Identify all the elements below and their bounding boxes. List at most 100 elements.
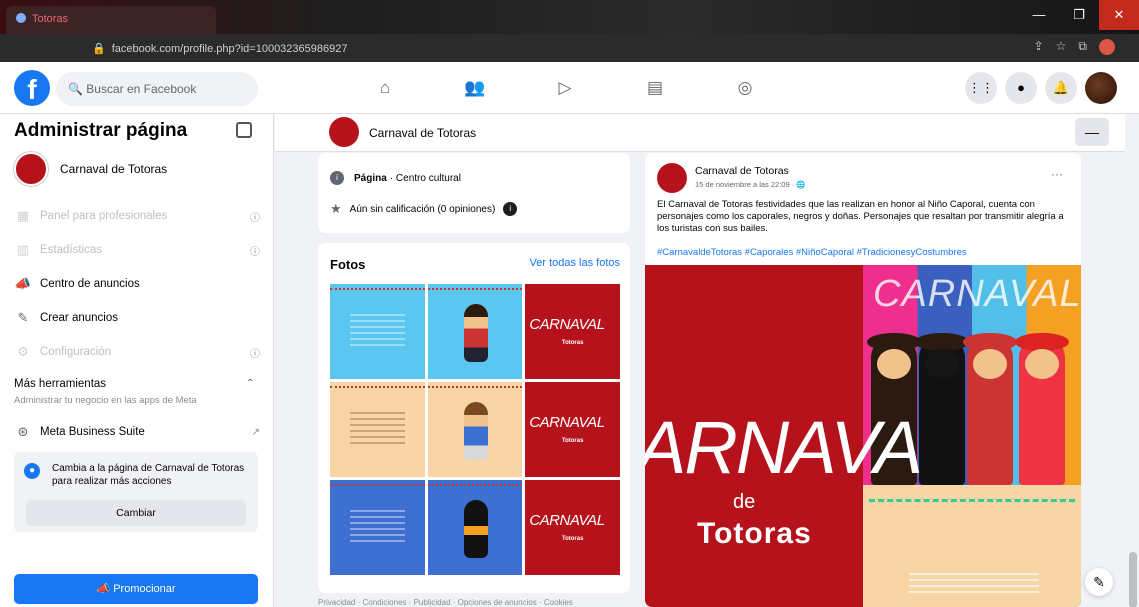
external-link-icon: ↗ — [251, 426, 260, 438]
window-controls: — ❐ ✕ — [1019, 0, 1139, 30]
post-card: Carnaval de Totoras 15 de noviembre a la… — [645, 153, 1081, 607]
image-big-text: ARNAVA — [645, 406, 923, 489]
page-category-row: i Página · Centro cultural — [330, 171, 461, 185]
character-figure — [915, 333, 969, 485]
scroll-thumb[interactable] — [1129, 552, 1137, 607]
share-icon[interactable]: ⇪ — [1034, 39, 1044, 55]
page-type-value: · Centro cultural — [389, 172, 461, 184]
photo-thumbnail[interactable] — [427, 480, 523, 575]
post-image[interactable]: CARNAVAL ARNAVA de Totoras — [645, 265, 1081, 607]
browser-profile-icon[interactable] — [1099, 39, 1115, 55]
photo-thumbnail[interactable]: CARNAVAL Totoras — [525, 480, 620, 575]
profile-avatar[interactable] — [1085, 72, 1117, 104]
watch-icon[interactable]: ▷ — [520, 62, 610, 114]
info-icon: ⓘ — [250, 348, 260, 360]
search-placeholder: Buscar en Facebook — [86, 82, 197, 96]
close-button[interactable]: ✕ — [1099, 0, 1139, 30]
post-author-avatar[interactable] — [657, 163, 687, 193]
browser-toolbar: ⇪ ☆ ⧉ — [1034, 39, 1115, 55]
page-scrollbar[interactable] — [1127, 114, 1139, 607]
sidebar-item-ad-center[interactable]: 📣 Centro de anuncios — [14, 274, 260, 294]
sidebar-page-name: Carnaval de Totoras — [60, 162, 168, 176]
photo-thumbnail[interactable] — [427, 382, 523, 477]
search-input[interactable]: 🔍 Buscar en Facebook — [56, 72, 258, 106]
post-options-icon[interactable]: ··· — [1051, 167, 1063, 181]
collapse-sidebar-icon[interactable] — [236, 122, 252, 138]
sidebar-item-dashboard[interactable]: ▦ Panel para profesionales ⓘ — [14, 206, 260, 226]
page-avatar — [14, 152, 48, 186]
url-field[interactable]: 🔒 facebook.com/profile.php?id=10003236598… — [84, 38, 924, 58]
footer-links[interactable]: Privacidad · Condiciones · Publicidad · … — [318, 598, 573, 607]
home-icon[interactable]: ⌂ — [340, 62, 430, 114]
sidebar-title: Administrar página — [14, 120, 188, 141]
character-figure — [963, 333, 1017, 485]
bookmark-star-icon[interactable]: ☆ — [1056, 39, 1067, 55]
character-figure — [1015, 333, 1069, 485]
sidebar-item-settings[interactable]: ⚙ Configuración ⓘ — [14, 342, 260, 362]
post-author-name[interactable]: Carnaval de Totoras — [695, 165, 789, 177]
page-header-bar: Carnaval de Totoras — — [275, 114, 1125, 152]
info-icon: i — [330, 171, 344, 185]
favicon-icon — [16, 13, 26, 23]
globe-icon: 🌐 — [796, 180, 806, 189]
gaming-icon[interactable]: ◎ — [700, 62, 790, 114]
address-bar: 🔒 facebook.com/profile.php?id=10003236598… — [0, 34, 1139, 62]
minimize-button[interactable]: — — [1019, 0, 1059, 30]
marketplace-icon[interactable]: ▤ — [610, 62, 700, 114]
notifications-icon[interactable]: 🔔 — [1045, 72, 1077, 104]
compose-icon: ✎ — [1093, 574, 1105, 590]
switch-page-box: ● Cambia a la página de Carnaval de Toto… — [14, 452, 258, 532]
meta-icon: ⊛ — [17, 424, 29, 439]
post-text: El Carnaval de Totoras festividades que … — [657, 199, 1064, 234]
facebook-topnav: f 🔍 Buscar en Facebook ⌂ 👥 ▷ ▤ ◎ ⋮⋮ ● 🔔 — [0, 62, 1139, 114]
person-icon: ● — [24, 463, 40, 479]
photo-thumbnail[interactable] — [427, 284, 523, 379]
page-header-name[interactable]: Carnaval de Totoras — [369, 126, 476, 140]
info-icon: ⓘ — [250, 246, 260, 258]
browser-titlebar: Totoras — ❐ ✕ — [0, 0, 1139, 34]
photo-thumbnail[interactable] — [330, 382, 425, 477]
see-all-photos-link[interactable]: Ver todas las fotos — [530, 257, 621, 269]
switch-button[interactable]: Cambiar — [26, 500, 246, 526]
more-options-button[interactable]: — — [1075, 118, 1109, 146]
page-avatar[interactable] — [329, 117, 359, 147]
facebook-logo[interactable]: f — [14, 70, 50, 106]
page-rating-row: ★ Aún sin calificación (0 opiniones) i — [330, 201, 527, 217]
edit-icon: ✎ — [17, 310, 29, 325]
sidebar-item-meta-business-suite[interactable]: ⊛ Meta Business Suite ↗ — [14, 422, 260, 442]
photos-card: Fotos Ver todas las fotos CARNAVAL Totora… — [318, 243, 630, 593]
photo-thumbnail[interactable] — [330, 480, 425, 575]
image-totoras-text: Totoras — [697, 517, 812, 550]
post-hashtags[interactable]: #CarnavaldeTotoras #Caporales #NiñoCapor… — [657, 247, 1077, 258]
more-tools-title[interactable]: Más herramientas — [14, 378, 106, 390]
sidebar-item-stats[interactable]: ▥ Estadísticas ⓘ — [14, 240, 260, 260]
account-controls: ⋮⋮ ● 🔔 — [965, 72, 1117, 104]
info-icon: ⓘ — [250, 212, 260, 224]
photos-grid: CARNAVAL Totoras CARNAVAL Totoras CARNAVAL… — [330, 284, 620, 575]
post-timestamp[interactable]: 15 de noviembre a las 22:09 · 🌐 — [695, 180, 806, 189]
promote-button[interactable]: 📣 Promocionar — [14, 574, 258, 604]
lock-icon: 🔒 — [92, 43, 106, 55]
photos-title: Fotos — [330, 257, 366, 272]
image-bottom-panel — [863, 485, 1081, 607]
image-carnaval-text: CARNAVAL — [873, 273, 1081, 315]
sidebar-item-create-ads[interactable]: ✎ Crear anuncios — [14, 308, 260, 328]
browser-tab[interactable]: Totoras — [6, 6, 216, 34]
friends-icon[interactable]: 👥 — [430, 62, 520, 114]
megaphone-icon: 📣 — [96, 583, 114, 595]
info-icon[interactable]: i — [503, 202, 518, 216]
dashboard-icon: ▦ — [16, 208, 30, 223]
restore-button[interactable]: ❐ — [1059, 0, 1099, 30]
photo-thumbnail[interactable]: CARNAVAL Totoras — [525, 284, 620, 379]
chevron-up-icon[interactable]: ⌃ — [246, 378, 254, 389]
photo-thumbnail[interactable] — [330, 284, 425, 379]
sidebar-page-profile[interactable]: Carnaval de Totoras — [14, 152, 167, 186]
messenger-icon[interactable]: ● — [1005, 72, 1037, 104]
extensions-icon[interactable]: ⧉ — [1078, 39, 1087, 55]
menu-grid-icon[interactable]: ⋮⋮ — [965, 72, 997, 104]
tab-title: Totoras — [32, 13, 69, 25]
new-message-button[interactable]: ✎ — [1085, 568, 1113, 596]
photo-thumbnail[interactable]: CARNAVAL Totoras — [525, 382, 620, 477]
url-text: facebook.com/profile.php?id=100032365986… — [111, 43, 348, 55]
main-nav-tabs: ⌂ 👥 ▷ ▤ ◎ — [340, 62, 790, 114]
